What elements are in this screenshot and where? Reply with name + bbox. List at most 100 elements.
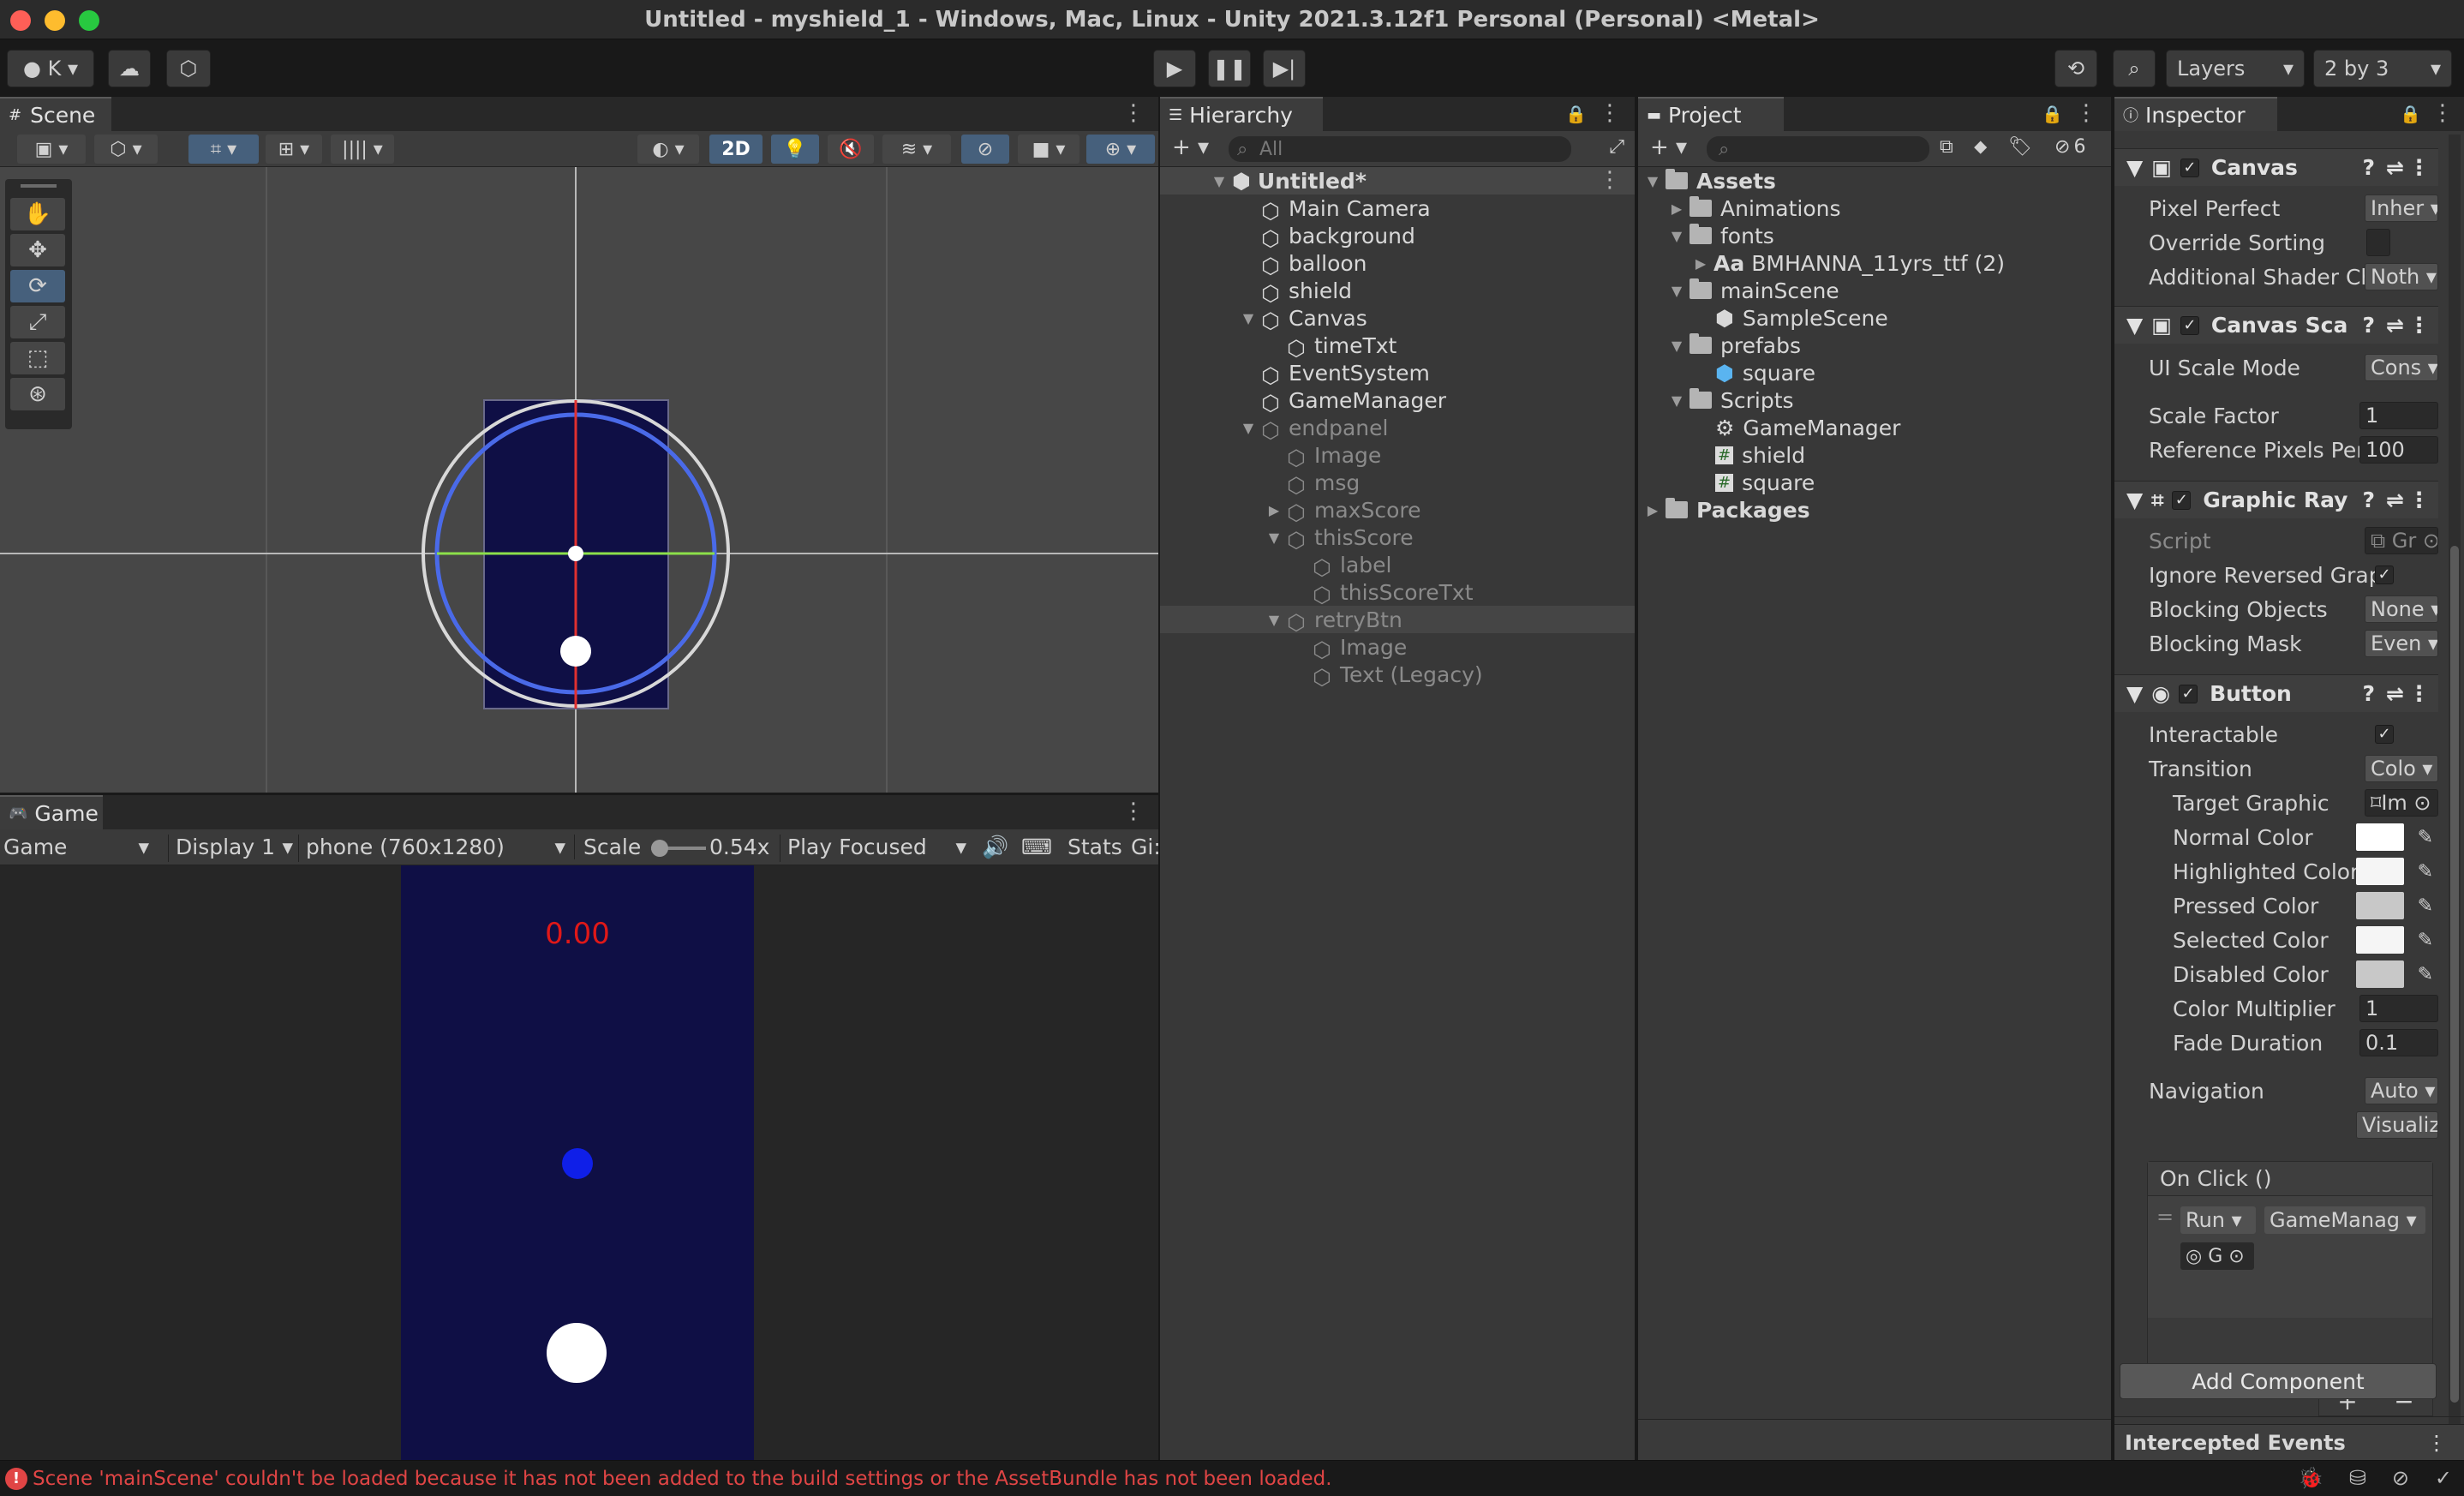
eyedropper-icon[interactable]: ✎ xyxy=(2418,930,2433,951)
gizmos-icon[interactable]: ⊕ ▾ xyxy=(1086,135,1155,164)
speaker-icon[interactable]: 🔊 xyxy=(982,835,1008,860)
list-item[interactable]: ⬡ EventSystem xyxy=(1261,359,1430,389)
display-dropdown[interactable]: Display 1 ▾ xyxy=(168,835,293,862)
history-icon[interactable]: ⟲ xyxy=(2054,50,2097,87)
cloud-icon[interactable]: ☁ xyxy=(108,50,151,87)
list-item[interactable]: ▼ Scripts xyxy=(1669,386,1794,414)
tab-project[interactable]: ▬ Project xyxy=(1638,97,1784,131)
graphic-raycaster-header[interactable]: ▼ ⌗ ✓ Graphic Ray ? ⇌ ⋮ xyxy=(2114,481,2438,518)
step-button[interactable]: ▶| xyxy=(1263,50,1306,87)
preset-icon[interactable]: ⇌ xyxy=(2386,681,2404,706)
button-component-header[interactable]: ▼ ◉ ✓ Button ? ⇌ ⋮ xyxy=(2114,674,2438,712)
list-item[interactable]: # square xyxy=(1715,469,1815,496)
enabled-checkbox[interactable]: ✓ xyxy=(2180,158,2199,177)
tab-scene[interactable]: # Scene xyxy=(0,97,111,131)
search-by-type-icon[interactable]: ⧉ xyxy=(1940,136,1953,158)
highlighted-color-swatch[interactable] xyxy=(2356,858,2404,885)
hidden-packages-toggle[interactable]: ⊘ 6 xyxy=(2054,136,2085,158)
help-icon[interactable]: ? xyxy=(2362,681,2375,706)
preset-icon[interactable]: ⇌ xyxy=(2386,155,2404,180)
grid-icon[interactable]: ⊞ ▾ xyxy=(266,135,322,164)
list-item[interactable]: ▼ mainScene xyxy=(1669,277,1839,304)
pixel-perfect-dropdown[interactable]: Inher ▾ xyxy=(2365,194,2438,222)
create-asset-button[interactable]: + ▾ xyxy=(1650,135,1687,160)
tag-icon[interactable]: 🏷 xyxy=(2008,136,2032,158)
list-item[interactable]: ⬡ thisScoreTxt xyxy=(1313,578,1474,608)
audio-mute-icon[interactable]: 🔇 xyxy=(828,135,874,164)
reference-pixels-field[interactable]: 100 xyxy=(2359,436,2438,464)
add-component-button[interactable]: Add Component xyxy=(2120,1363,2437,1399)
list-item[interactable]: ⚙ GameManager xyxy=(1715,414,1900,441)
canvas-scaler-header[interactable]: ▼ ▣ ✓ Canvas Sca ? ⇌ ⋮ xyxy=(2114,306,2438,344)
stats-button[interactable]: Stats xyxy=(1068,835,1122,859)
runtime-dropdown[interactable]: Run ▾ xyxy=(2180,1206,2256,1234)
tab-hierarchy[interactable]: ☰ Hierarchy xyxy=(1160,97,1323,131)
transform-tool-icon[interactable]: ⊛ xyxy=(10,378,65,410)
visualize-button[interactable]: Visualiz xyxy=(2356,1111,2438,1139)
list-item[interactable]: ▼ ⬡ endpanel xyxy=(1241,414,1389,444)
enabled-checkbox[interactable]: ✓ xyxy=(2179,684,2198,703)
gizmos-button[interactable]: Gi: xyxy=(1131,835,1158,859)
shader-channels-dropdown[interactable]: Noth ▾ xyxy=(2365,263,2438,290)
more-options-icon[interactable]: ⋮ xyxy=(2408,313,2430,338)
target-object-field[interactable]: ◎ G ⊙ xyxy=(2180,1242,2254,1270)
resolution-dropdown[interactable]: phone (760x1280) ▾ xyxy=(298,835,565,862)
draw-mode-icon[interactable]: ⬡ ▾ xyxy=(94,135,158,164)
more-options-icon[interactable]: ⋮ xyxy=(1122,799,1145,824)
selected-color-swatch[interactable] xyxy=(2356,926,2404,954)
more-options-icon[interactable]: ⋮ xyxy=(2408,681,2430,706)
progress-check-icon[interactable]: ✓ xyxy=(2435,1466,2452,1490)
list-item[interactable]: ⬢ square xyxy=(1715,359,1815,386)
list-item[interactable]: ⬢ SampleScene xyxy=(1715,304,1888,332)
list-item[interactable]: ▼ prefabs xyxy=(1669,332,1801,359)
normal-color-swatch[interactable] xyxy=(2356,823,2404,851)
list-item[interactable]: ⬡ shield xyxy=(1261,277,1352,307)
eyedropper-icon[interactable]: ✎ xyxy=(2418,827,2433,848)
search-icon[interactable]: ⌕ xyxy=(2113,50,2156,87)
eyedropper-icon[interactable]: ✎ xyxy=(2418,895,2433,917)
preset-icon[interactable]: ⇌ xyxy=(2386,313,2404,338)
scale-slider-handle[interactable] xyxy=(651,840,668,857)
help-icon[interactable]: ? xyxy=(2362,155,2375,180)
more-options-icon[interactable]: ⋮ xyxy=(1599,167,1621,193)
interactable-checkbox[interactable]: ✓ xyxy=(2375,725,2394,744)
cache-server-icon[interactable]: ⛁ xyxy=(2349,1466,2366,1490)
more-options-icon[interactable]: ⋮ xyxy=(2431,100,2454,126)
list-item[interactable]: ⬡ balloon xyxy=(1261,249,1367,279)
scene-filter-icon[interactable]: ⤢ xyxy=(1609,136,1624,158)
canvas-component-header[interactable]: ▼ ▣ ✓ Canvas ? ⇌ ⋮ xyxy=(2114,148,2438,186)
increment-snap-icon[interactable]: |||| ▾ xyxy=(331,135,394,164)
list-item[interactable]: ▶ Aa BMHANNA_11yrs_ttf (2) xyxy=(1693,249,2005,277)
list-item[interactable]: ⬡ label xyxy=(1313,551,1391,581)
lock-icon[interactable]: 🔒 xyxy=(2042,104,2063,124)
more-options-icon[interactable]: ⋮ xyxy=(2408,155,2430,180)
effects-icon[interactable]: ≋ ▾ xyxy=(882,135,951,164)
scale-tool-icon[interactable]: ⤢ xyxy=(10,306,65,338)
scale-slider[interactable] xyxy=(651,840,706,857)
project-search-input[interactable]: ⌕ xyxy=(1707,136,1929,162)
more-options-icon[interactable]: ⋮ xyxy=(2408,488,2430,512)
list-item[interactable]: ▼ Assets xyxy=(1645,167,1776,194)
layers-dropdown[interactable]: Layers ▾ xyxy=(2166,50,2305,87)
more-options-icon[interactable]: ⋮ xyxy=(2426,1431,2447,1455)
layout-dropdown[interactable]: 2 by 3 ▾ xyxy=(2313,50,2452,87)
navigation-dropdown[interactable]: Auto ▾ xyxy=(2365,1077,2438,1104)
console-message[interactable]: Scene 'mainScene' couldn't be loaded bec… xyxy=(33,1468,1332,1490)
list-item[interactable]: ⬡ Image xyxy=(1313,633,1407,663)
grid-snap-icon[interactable]: ⌗ ▾ xyxy=(188,135,259,164)
add-object-button[interactable]: + ▾ xyxy=(1172,135,1209,160)
tab-game[interactable]: 🎮 Game xyxy=(0,795,103,829)
scale-factor-field[interactable]: 1 xyxy=(2359,402,2438,429)
auto-generate-lighting-icon[interactable]: ⊘ xyxy=(2392,1466,2409,1490)
scrollbar-thumb[interactable] xyxy=(2450,546,2459,1403)
help-icon[interactable]: ? xyxy=(2362,488,2375,512)
more-options-icon[interactable]: ⋮ xyxy=(2075,100,2097,126)
drag-handle-icon[interactable]: = xyxy=(2156,1205,2174,1229)
list-item[interactable]: ▶ ⬡ maxScore xyxy=(1266,496,1421,526)
hand-tool-icon[interactable]: ✋ xyxy=(10,198,65,230)
transition-dropdown[interactable]: Colo ▾ xyxy=(2365,755,2438,782)
2d-toggle[interactable]: 2D xyxy=(709,135,763,164)
keyboard-icon[interactable]: ⌨ xyxy=(1021,835,1052,859)
list-item[interactable]: ⬡ background xyxy=(1261,222,1415,252)
play-focus-dropdown[interactable]: Play Focused ▾ xyxy=(780,835,966,862)
